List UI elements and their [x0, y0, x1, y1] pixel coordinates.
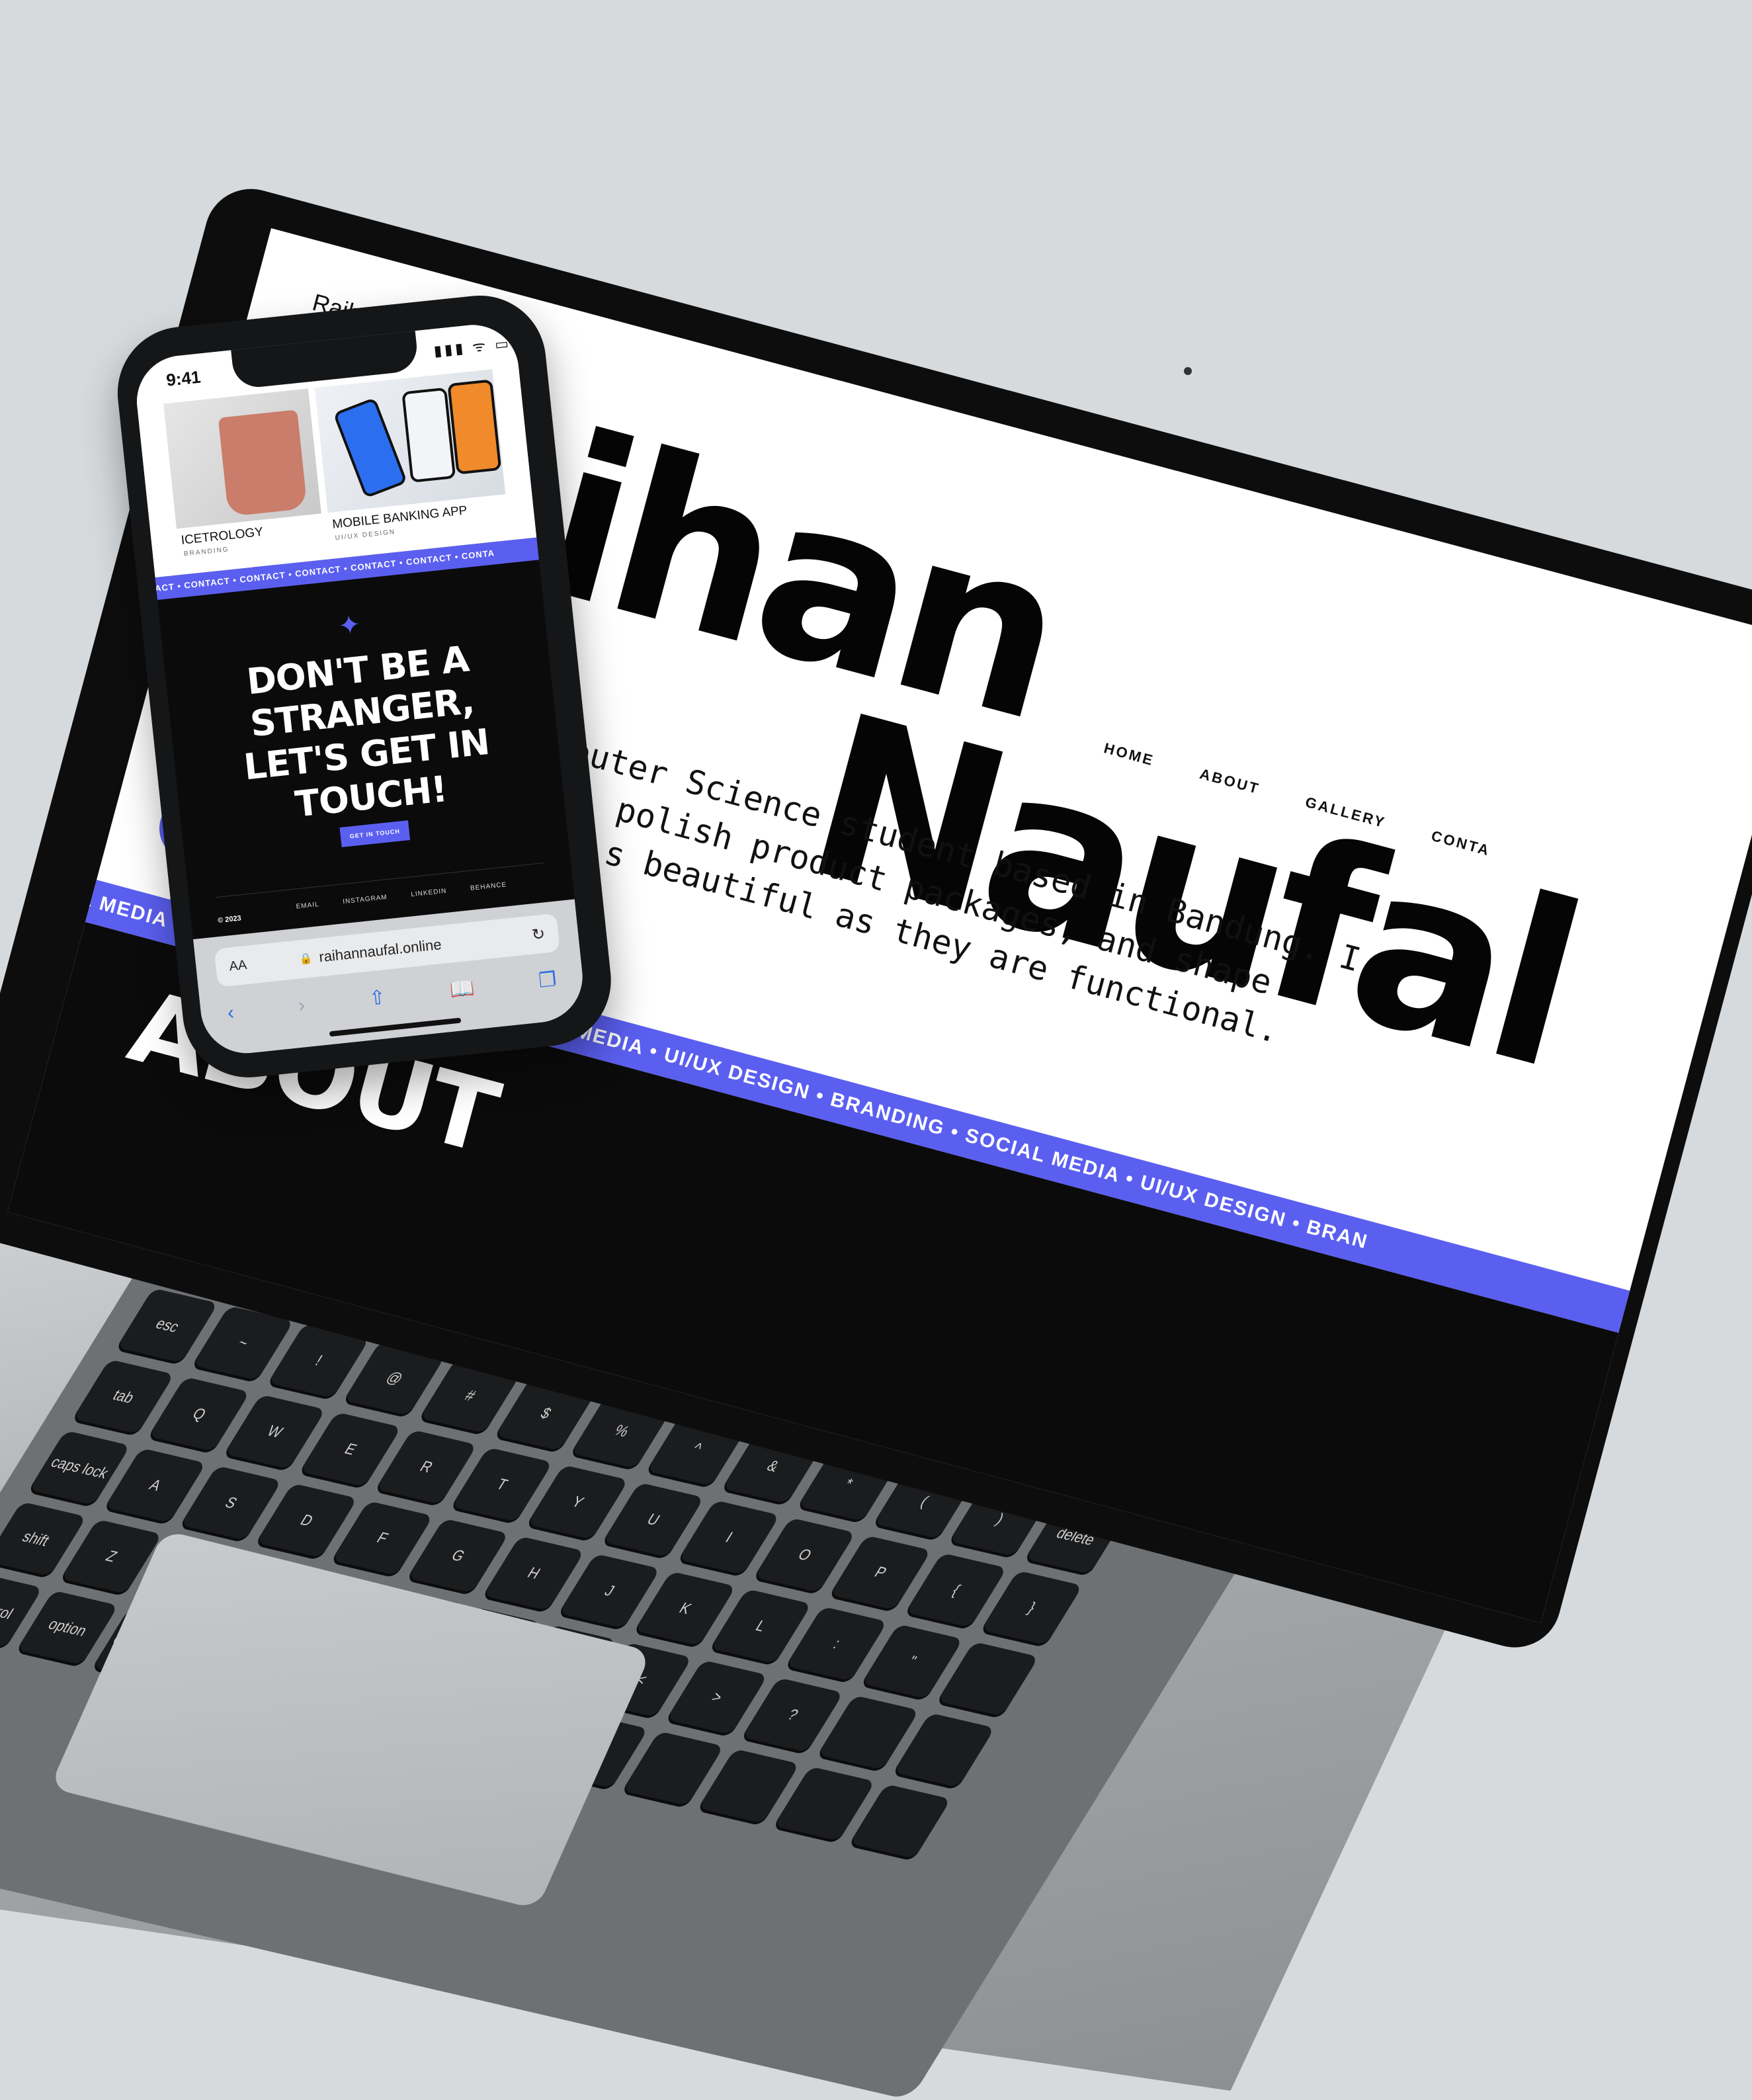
mobile-banking-image[interactable] — [314, 369, 506, 513]
footer-divider — [215, 862, 544, 898]
footer-link-linkedin[interactable]: LINKEDIN — [411, 888, 447, 899]
footer-link-instagram[interactable]: INSTAGRAM — [343, 894, 388, 905]
webcam — [1184, 367, 1192, 375]
sparkle-icon: ✦ — [337, 610, 362, 642]
reload-icon[interactable]: ↻ — [530, 924, 546, 945]
tabs-icon[interactable]: ❐ — [538, 968, 558, 993]
reader-options-button[interactable]: AA — [228, 957, 247, 974]
ice-cream-cup — [218, 409, 308, 517]
app-mockup — [333, 397, 408, 499]
bookmarks-icon[interactable]: 📖 — [448, 976, 476, 1002]
footer-link-email[interactable]: EMAIL — [296, 901, 319, 911]
back-icon[interactable]: ‹ — [226, 1001, 235, 1025]
status-time: 9:41 — [165, 366, 202, 390]
cta-heading: DON'T BE A STRANGER, LET'S GET IN TOUCH! — [241, 638, 491, 825]
forward-icon[interactable]: › — [297, 994, 306, 1018]
lock-icon: 🔒 — [298, 952, 313, 966]
url-text[interactable]: raihannaufal.online — [318, 936, 442, 966]
get-in-touch-button[interactable]: GET IN TOUCH — [339, 820, 411, 847]
footer-link-behance[interactable]: BEHANCE — [470, 881, 507, 892]
phone-screen: 9:41 ▮▮▮ ᯤ ▭ ICETROLOGY BRANDING MOBILE … — [132, 320, 587, 1058]
share-icon[interactable]: ⇧ — [368, 986, 387, 1010]
app-mockup — [447, 379, 502, 475]
app-mockup — [401, 387, 456, 483]
copyright: © 2023 — [217, 914, 242, 925]
